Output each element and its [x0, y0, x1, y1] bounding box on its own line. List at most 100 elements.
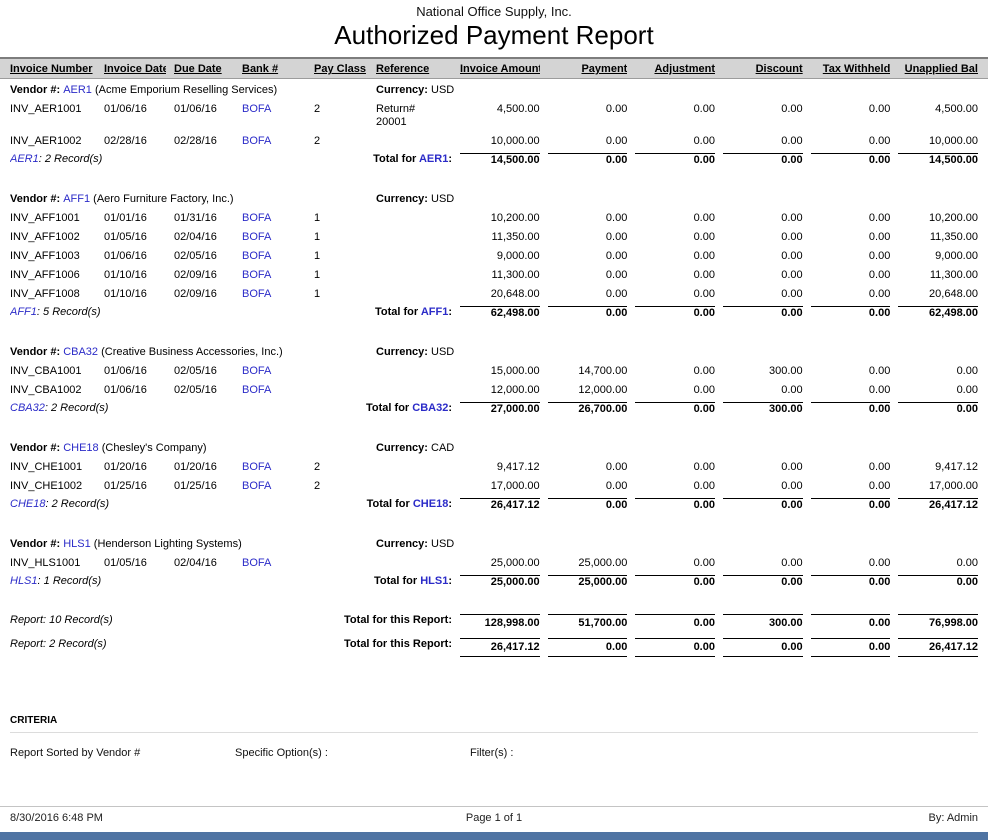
- bank-cell[interactable]: BOFA: [242, 288, 306, 301]
- invoice-amount-cell: 20,648.00: [460, 288, 540, 301]
- adjustment-cell: 0.00: [635, 269, 715, 282]
- report-total-row: Report: 10 Record(s)Total for this Repor…: [0, 610, 988, 634]
- report-total-invoice-amount: 128,998.00: [460, 614, 540, 632]
- vendor-total-label: Total for AER1:: [242, 153, 452, 166]
- report-record-count: Report: 2 Record(s): [10, 638, 234, 651]
- bank-cell[interactable]: BOFA: [242, 384, 306, 397]
- due-date-cell: 02/09/16: [174, 288, 234, 301]
- discount-cell: 0.00: [723, 288, 803, 301]
- tax-withheld-cell: 0.00: [811, 212, 891, 225]
- bank-cell[interactable]: BOFA: [242, 365, 306, 378]
- bank-cell[interactable]: BOFA: [242, 212, 306, 225]
- vendor-total-invoice-amount: 62,498.00: [460, 306, 540, 320]
- vendor-total-row: CBA32: 2 Record(s)Total for CBA32:27,000…: [0, 400, 988, 419]
- tax-withheld-cell: 0.00: [811, 135, 891, 148]
- vendor-number-label: Vendor #:: [10, 442, 63, 454]
- page-title: Authorized Payment Report: [0, 20, 988, 50]
- report-page: National Office Supply, Inc. Authorized …: [0, 0, 988, 840]
- footer-by-user: By: Admin: [655, 812, 978, 824]
- vendor-info: Vendor #: CHE18 (Chesley's Company): [10, 442, 368, 455]
- vendor-total-payment: 0.00: [548, 153, 628, 167]
- invoice-amount-cell: 17,000.00: [460, 480, 540, 493]
- report-total-unapplied-bal: 76,998.00: [898, 614, 978, 632]
- vendor-total-payment: 25,000.00: [548, 575, 628, 589]
- discount-cell: 0.00: [723, 103, 803, 116]
- payment-cell: 0.00: [548, 461, 628, 474]
- invoice-number-cell: INV_AFF1001: [10, 212, 96, 225]
- invoice-number-cell: INV_CBA1002: [10, 384, 96, 397]
- tax-withheld-cell: 0.00: [811, 269, 891, 282]
- vendor-total-tax-withheld: 0.00: [811, 402, 891, 416]
- vendor-group: Vendor #: CBA32 (Creative Business Acces…: [0, 341, 988, 419]
- unapplied-bal-cell: 9,417.12: [898, 461, 978, 474]
- unapplied-bal-cell: 0.00: [898, 384, 978, 397]
- bank-cell[interactable]: BOFA: [242, 461, 306, 474]
- vendor-code-link[interactable]: AER1: [63, 84, 92, 96]
- vendor-code-link[interactable]: CBA32: [63, 346, 98, 358]
- pay-class-cell: 2: [314, 480, 368, 493]
- discount-cell: 0.00: [723, 384, 803, 397]
- bottom-scrollbar[interactable]: [0, 832, 988, 840]
- bank-cell[interactable]: BOFA: [242, 269, 306, 282]
- vendor-name: (Aero Furniture Factory, Inc.): [90, 193, 233, 205]
- adjustment-cell: 0.00: [635, 135, 715, 148]
- tax-withheld-cell: 0.00: [811, 103, 891, 116]
- bank-cell[interactable]: BOFA: [242, 231, 306, 244]
- vendor-group: Vendor #: CHE18 (Chesley's Company)Curre…: [0, 437, 988, 515]
- bank-cell[interactable]: BOFA: [242, 135, 306, 148]
- records-count-text: : 2 Record(s): [45, 498, 109, 510]
- vendor-header-row: Vendor #: AFF1 (Aero Furniture Factory, …: [0, 188, 988, 209]
- vendor-header-row: Vendor #: HLS1 (Henderson Lighting Syste…: [0, 533, 988, 554]
- column-header-bank: Bank #: [242, 63, 306, 75]
- vendor-total-tax-withheld: 0.00: [811, 498, 891, 512]
- vendor-total-row: CHE18: 2 Record(s)Total for CHE18:26,417…: [0, 496, 988, 515]
- invoice-date-cell: 01/05/16: [104, 231, 166, 244]
- vendor-code-link[interactable]: HLS1: [63, 538, 91, 550]
- column-header-pay-class: Pay Class: [314, 63, 368, 75]
- vendor-total-label: Total for AFF1:: [242, 306, 452, 319]
- total-vendor-code: AER1: [419, 153, 448, 165]
- tax-withheld-cell: 0.00: [811, 231, 891, 244]
- invoice-row: INV_AFF100201/05/1602/04/16BOFA111,350.0…: [0, 228, 988, 247]
- vendor-total-label: Total for CHE18:: [242, 498, 452, 511]
- discount-cell: 0.00: [723, 212, 803, 225]
- invoice-row: INV_AER100101/06/1601/06/16BOFA2Return# …: [0, 100, 988, 132]
- footer-datetime: 8/30/2016 6:48 PM: [10, 812, 333, 824]
- invoice-row: INV_AFF100101/01/1601/31/16BOFA110,200.0…: [0, 209, 988, 228]
- bank-cell[interactable]: BOFA: [242, 103, 306, 116]
- invoice-amount-cell: 9,000.00: [460, 250, 540, 263]
- invoice-date-cell: 01/06/16: [104, 103, 166, 116]
- total-for-label: Total for: [373, 153, 419, 165]
- vendor-code-link[interactable]: CHE18: [63, 442, 98, 454]
- vendor-total-invoice-amount: 25,000.00: [460, 575, 540, 589]
- criteria-row: Report Sorted by Vendor # Specific Optio…: [10, 747, 978, 759]
- column-header-due-date: Due Date: [174, 63, 234, 75]
- vendor-total-discount: 0.00: [723, 575, 803, 589]
- currency-label: Currency:: [376, 346, 431, 358]
- bank-cell[interactable]: BOFA: [242, 480, 306, 493]
- currency-value: USD: [431, 193, 454, 205]
- adjustment-cell: 0.00: [635, 365, 715, 378]
- vendor-total-label: Total for CBA32:: [242, 402, 452, 415]
- tax-withheld-cell: 0.00: [811, 365, 891, 378]
- bank-cell[interactable]: BOFA: [242, 557, 306, 570]
- invoice-amount-cell: 11,350.00: [460, 231, 540, 244]
- bank-cell[interactable]: BOFA: [242, 250, 306, 263]
- payment-cell: 12,000.00: [548, 384, 628, 397]
- due-date-cell: 01/31/16: [174, 212, 234, 225]
- payment-cell: 0.00: [548, 480, 628, 493]
- vendor-total-payment: 0.00: [548, 498, 628, 512]
- vendor-total-adjustment: 0.00: [635, 498, 715, 512]
- due-date-cell: 01/20/16: [174, 461, 234, 474]
- due-date-cell: 02/09/16: [174, 269, 234, 282]
- vendor-code-link[interactable]: AFF1: [63, 193, 90, 205]
- total-for-label: Total for: [367, 498, 413, 510]
- vendor-total-invoice-amount: 14,500.00: [460, 153, 540, 167]
- tax-withheld-cell: 0.00: [811, 250, 891, 263]
- vendor-total-tax-withheld: 0.00: [811, 153, 891, 167]
- pay-class-cell: 1: [314, 250, 368, 263]
- tax-withheld-cell: 0.00: [811, 288, 891, 301]
- unapplied-bal-cell: 4,500.00: [898, 103, 978, 116]
- total-vendor-code: HLS1: [420, 575, 448, 587]
- payment-cell: 0.00: [548, 103, 628, 116]
